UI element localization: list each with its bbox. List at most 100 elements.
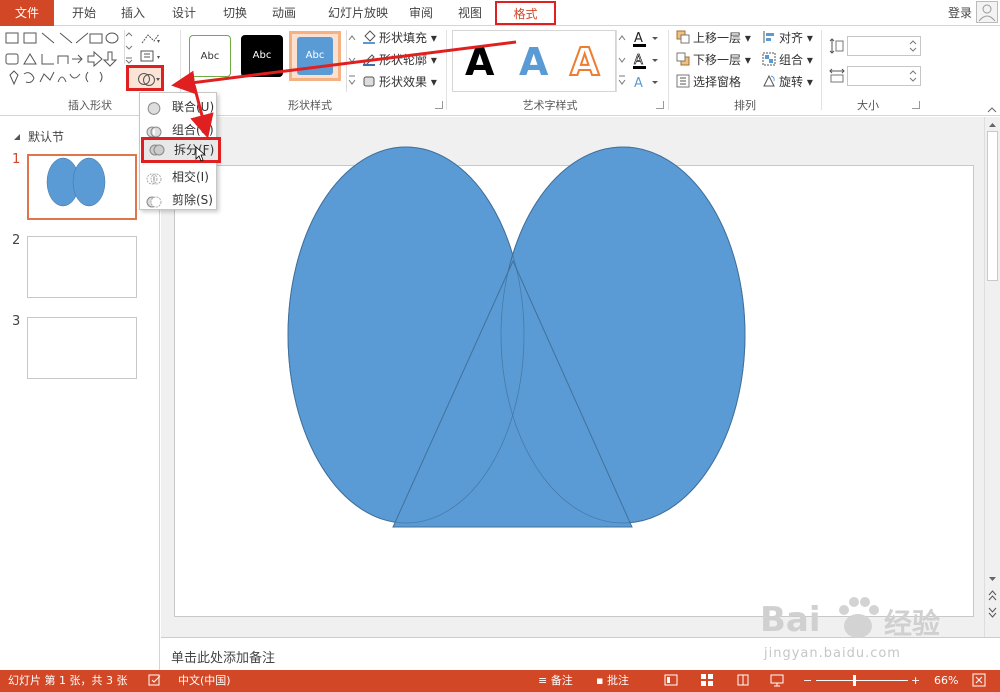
shape-drawing[interactable] (161, 117, 984, 637)
collapse-section-icon[interactable] (12, 131, 22, 141)
wordart-style-orange-outline[interactable]: A (569, 39, 600, 85)
merge-shapes-button[interactable] (126, 65, 164, 91)
login-link[interactable]: 登录 (948, 0, 972, 26)
slide-sorter-icon[interactable] (700, 673, 716, 689)
chevron-down-icon: ▾ (741, 31, 751, 45)
comments-toggle[interactable]: ▪ 批注 (596, 673, 629, 689)
text-outline-button[interactable]: A (632, 51, 662, 71)
wordart-style-black[interactable]: A (465, 40, 494, 84)
tab-view[interactable]: 视图 (452, 0, 488, 26)
slideshow-view-icon[interactable] (770, 673, 786, 689)
shape-effects-label: 形状效果 (379, 75, 428, 89)
collapse-ribbon-icon[interactable] (986, 104, 998, 114)
slide-number: 3 (12, 314, 21, 329)
spelling-check-icon[interactable] (148, 673, 164, 689)
zoom-slider-thumb[interactable] (853, 675, 856, 686)
dialog-launcher-icon[interactable] (435, 101, 443, 109)
group-button[interactable]: 组合 ▾ (762, 50, 813, 70)
align-button[interactable]: 对齐 ▾ (762, 28, 813, 48)
baidu-watermark-logo: Bai 经验 jingyan.baidu.com (760, 588, 980, 668)
slide-thumbnail-pane: 默认节 1 2 3 (0, 117, 160, 670)
shape-effects-icon (362, 74, 376, 88)
shape-height-input[interactable] (847, 36, 921, 56)
next-slide-icon[interactable] (987, 605, 998, 619)
align-icon (762, 30, 776, 44)
style-gallery-scroll[interactable] (346, 30, 356, 92)
rotate-button[interactable]: 旋转 ▾ (762, 72, 813, 92)
shape-effects-button[interactable]: 形状效果 ▾ (362, 72, 437, 92)
tab-transitions[interactable]: 切换 (217, 0, 253, 26)
shape-style-blue-selected[interactable]: Abc (289, 31, 341, 81)
zoom-out-icon[interactable]: − (803, 673, 813, 689)
text-effects-button[interactable]: A (632, 73, 662, 93)
slide-editing-area (161, 117, 984, 637)
notes-toggle-label: 备注 (550, 674, 573, 687)
shape-width-input[interactable] (847, 66, 921, 86)
text-box-icon[interactable] (139, 50, 163, 64)
tab-slideshow[interactable]: 幻灯片放映 (322, 0, 394, 26)
menu-item-union[interactable]: 联合(U) (140, 95, 216, 119)
wordart-gallery-scroll[interactable] (616, 30, 626, 92)
tab-format[interactable]: 格式 (495, 1, 556, 25)
bring-forward-button[interactable]: 上移一层 ▾ (676, 28, 751, 48)
section-title: 默认节 (28, 130, 65, 144)
zoom-level[interactable]: 66% (934, 673, 958, 689)
previous-slide-icon[interactable] (987, 589, 998, 603)
shape-outline-label: 形状轮廓 (379, 53, 428, 67)
menu-item-subtract[interactable]: 剪除(S) (140, 188, 216, 212)
svg-text:A: A (634, 31, 643, 46)
shape-style-black[interactable]: Abc (241, 35, 283, 77)
pen-icon (362, 52, 376, 66)
scroll-up-icon[interactable] (987, 119, 998, 129)
shape-gallery[interactable] (4, 30, 132, 88)
group-label-size: 大小 (857, 99, 879, 112)
tab-file[interactable]: 文件 (0, 0, 54, 26)
group-icon (762, 52, 776, 66)
user-avatar-icon[interactable] (976, 1, 998, 23)
text-fill-outline-effects: A A A (632, 29, 662, 95)
slide-thumbnail-3[interactable] (27, 317, 137, 379)
dialog-launcher-icon[interactable] (656, 101, 664, 109)
paint-bucket-icon (362, 30, 376, 44)
notes-placeholder[interactable]: 单击此处添加备注 (171, 647, 275, 666)
wordart-style-blue[interactable]: A (519, 40, 548, 84)
tab-design[interactable]: 设计 (166, 0, 202, 26)
tab-review[interactable]: 审阅 (403, 0, 439, 26)
group-label-shape-styles: 形状样式 (288, 99, 332, 112)
menu-item-intersect[interactable]: 相交(I) (140, 165, 216, 189)
group-label-insert-shapes: 插入形状 (68, 99, 112, 112)
tab-insert[interactable]: 插入 (115, 0, 151, 26)
selection-pane-button[interactable]: 选择窗格 (676, 72, 741, 92)
chevron-down-icon: ▾ (803, 75, 813, 89)
shape-fill-button[interactable]: 形状填充 ▾ (362, 28, 437, 48)
dialog-launcher-icon[interactable] (912, 101, 920, 109)
shape-style-outline[interactable]: Abc (189, 35, 231, 77)
scroll-thumb[interactable] (987, 131, 998, 281)
fragment-shapes[interactable] (287, 146, 746, 528)
menu-item-fragment[interactable]: 拆分(F) (141, 137, 221, 163)
zoom-in-icon[interactable]: + (911, 673, 921, 689)
watermark-brand-suffix: 经验 (884, 607, 941, 640)
shape-gallery-scroll[interactable] (124, 30, 133, 64)
tab-animations[interactable]: 动画 (266, 0, 302, 26)
slide-thumbnail-2[interactable] (27, 236, 137, 298)
fragment-icon (149, 143, 165, 157)
text-fill-button[interactable]: A (632, 29, 662, 49)
normal-view-icon[interactable] (664, 673, 680, 689)
shape-outline-button[interactable]: 形状轮廓 ▾ (362, 50, 437, 70)
notes-toggle[interactable]: ≡ 备注 (538, 673, 573, 689)
send-backward-button[interactable]: 下移一层 ▾ (676, 50, 751, 70)
mouse-cursor-icon (192, 145, 207, 163)
comment-icon: ▪ (596, 674, 607, 687)
scroll-down-icon[interactable] (987, 573, 998, 583)
zoom-slider[interactable] (816, 680, 908, 681)
svg-text:A: A (634, 53, 643, 68)
vertical-scrollbar[interactable] (984, 117, 1000, 637)
reading-view-icon[interactable] (736, 673, 752, 689)
tab-home[interactable]: 开始 (66, 0, 102, 26)
edit-shape-icon[interactable] (139, 30, 163, 48)
fit-to-window-icon[interactable] (972, 673, 988, 689)
slide-thumbnail-1[interactable] (27, 154, 137, 220)
language-status[interactable]: 中文(中国) (178, 673, 231, 689)
paw-icon (832, 592, 884, 644)
